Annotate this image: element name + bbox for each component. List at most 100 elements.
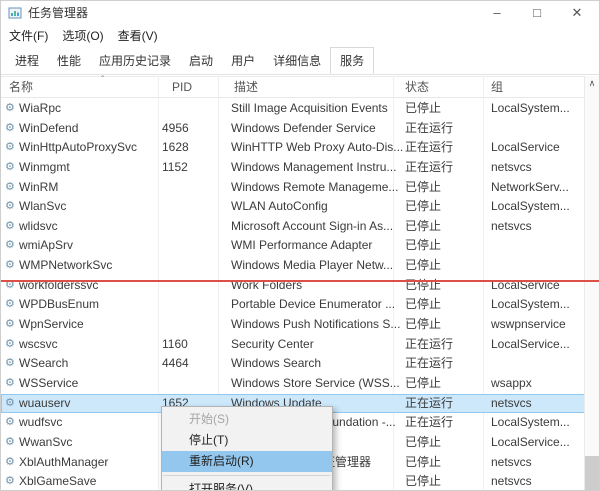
- cell-group: netsvcs: [491, 217, 532, 237]
- tab-users[interactable]: 用户: [222, 48, 264, 75]
- cell-name: WiaRpc: [19, 99, 61, 119]
- cell-group: LocalService: [491, 276, 560, 296]
- task-manager-window: 任务管理器 – □ ✕ 文件(F) 选项(O) 查看(V) 进程性能应用历史记录启动…: [0, 0, 600, 491]
- service-row-wmiapsrv[interactable]: ⚙wmiApSrvWMI Performance Adapter已停止: [1, 236, 586, 256]
- column-header-desc[interactable]: 描述: [234, 77, 258, 98]
- service-row-winhttpautoproxysvc[interactable]: ⚙WinHttpAutoProxySvc1628WinHTTP Web Prox…: [1, 138, 586, 158]
- service-gear-icon: ⚙: [5, 138, 15, 158]
- tab-details[interactable]: 详细信息: [264, 48, 330, 75]
- cell-name: WMPNetworkSvc: [19, 256, 112, 276]
- cell-pid: 1160: [162, 335, 188, 355]
- cell-name: WinDefend: [19, 119, 78, 139]
- tab-startup[interactable]: 启动: [180, 48, 222, 75]
- table-header: ˆ 名称 PID 描述 状态 组: [1, 76, 586, 98]
- service-gear-icon: ⚙: [5, 197, 15, 217]
- service-gear-icon: ⚙: [5, 354, 15, 374]
- cell-group: netsvcs: [491, 394, 532, 414]
- cell-name: WSearch: [19, 354, 68, 374]
- service-gear-icon: ⚙: [5, 217, 15, 237]
- cell-group: netsvcs: [491, 453, 532, 473]
- cell-group: LocalSystem...: [491, 413, 570, 433]
- cell-name: WSService: [19, 374, 78, 394]
- cell-name: WwanSvc: [19, 433, 72, 453]
- service-gear-icon: ⚙: [5, 433, 15, 453]
- close-button[interactable]: ✕: [557, 1, 597, 25]
- cell-description: Windows Media Player Netw...: [231, 256, 393, 276]
- window-controls: – □ ✕: [477, 1, 597, 25]
- service-row-wiarpc[interactable]: ⚙WiaRpcStill Image Acquisition Events已停止…: [1, 99, 586, 119]
- red-annotation-line: [1, 280, 599, 282]
- column-header-name[interactable]: 名称: [9, 77, 33, 98]
- cell-pid: 1152: [162, 158, 188, 178]
- context-menu-item-stop[interactable]: 停止(T): [162, 430, 332, 451]
- scrollbar-up-button[interactable]: ∧: [585, 76, 599, 91]
- context-menu-item-start[interactable]: 开始(S): [162, 409, 332, 430]
- cell-status: 已停止: [405, 276, 441, 296]
- service-gear-icon: ⚙: [5, 236, 15, 256]
- cell-description: Portable Device Enumerator ...: [231, 295, 395, 315]
- cell-name: WinRM: [19, 178, 58, 198]
- service-gear-icon: ⚙: [5, 394, 15, 414]
- cell-name: wuauserv: [19, 394, 70, 414]
- scrollbar-thumb[interactable]: [585, 456, 599, 491]
- column-header-status[interactable]: 状态: [405, 77, 429, 98]
- menu-separator: [163, 475, 331, 476]
- cell-name: wmiApSrv: [19, 236, 73, 256]
- cell-description: WinHTTP Web Proxy Auto-Dis...: [231, 138, 403, 158]
- cell-name: workfolderssvc: [19, 276, 98, 296]
- cell-status: 已停止: [405, 99, 441, 119]
- minimize-button[interactable]: –: [477, 1, 517, 25]
- service-gear-icon: ⚙: [5, 158, 15, 178]
- cell-group: netsvcs: [491, 472, 532, 491]
- cell-description: Windows Defender Service: [231, 119, 376, 139]
- cell-status: 已停止: [405, 197, 441, 217]
- sort-ascending-indicator: ˆ: [101, 76, 104, 86]
- cell-pid: 4956: [162, 119, 189, 139]
- service-row-wlansvc[interactable]: ⚙WlanSvcWLAN AutoConfig已停止LocalSystem...: [1, 197, 586, 217]
- cell-status: 正在运行: [405, 413, 453, 433]
- menu-view[interactable]: 查看(V): [118, 25, 158, 47]
- scrollbar[interactable]: ∧: [584, 76, 599, 490]
- tab-processes[interactable]: 进程: [6, 48, 48, 75]
- service-row-workfolderssvc[interactable]: ⚙workfolderssvcWork Folders已停止LocalServi…: [1, 276, 586, 296]
- context-menu-item-restart[interactable]: 重新启动(R): [162, 451, 332, 472]
- service-row-wlidsvc[interactable]: ⚙wlidsvcMicrosoft Account Sign-in As...已…: [1, 217, 586, 237]
- cell-status: 已停止: [405, 374, 441, 394]
- cell-status: 已停止: [405, 453, 441, 473]
- cell-status: 正在运行: [405, 394, 453, 414]
- maximize-button[interactable]: □: [517, 1, 557, 25]
- cell-status: 正在运行: [405, 158, 453, 178]
- column-header-group[interactable]: 组: [491, 77, 503, 98]
- cell-status: 正在运行: [405, 119, 453, 139]
- cell-status: 正在运行: [405, 335, 453, 355]
- cell-name: XblAuthManager: [19, 453, 108, 473]
- service-row-winmgmt[interactable]: ⚙Winmgmt1152Windows Management Instru...…: [1, 158, 586, 178]
- cell-description: Windows Push Notifications S...: [231, 315, 400, 335]
- menu-options[interactable]: 选项(O): [62, 25, 103, 47]
- cell-group: LocalService...: [491, 433, 570, 453]
- service-row-wpnservice[interactable]: ⚙WpnServiceWindows Push Notifications S.…: [1, 315, 586, 335]
- service-row-wsearch[interactable]: ⚙WSearch4464Windows Search正在运行: [1, 354, 586, 374]
- service-row-wmpnetworksvc[interactable]: ⚙WMPNetworkSvc Windows Media Player Netw.…: [1, 256, 586, 276]
- context-menu-item-open-services[interactable]: 打开服务(V): [162, 479, 332, 491]
- service-row-wpdbusenum[interactable]: ⚙WPDBusEnumPortable Device Enumerator ..…: [1, 295, 586, 315]
- column-header-pid[interactable]: PID: [172, 77, 192, 98]
- cell-name: wlidsvc: [19, 217, 58, 237]
- menubar: 文件(F) 选项(O) 查看(V): [1, 25, 599, 47]
- menu-file[interactable]: 文件(F): [9, 25, 48, 47]
- window-title: 任务管理器: [28, 1, 88, 25]
- tab-performance[interactable]: 性能: [48, 48, 90, 75]
- service-gear-icon: ⚙: [5, 256, 15, 276]
- service-row-wsservice[interactable]: ⚙WSServiceWindows Store Service (WSS...已…: [1, 374, 586, 394]
- service-row-wscsvc[interactable]: ⚙wscsvc1160Security Center正在运行LocalServi…: [1, 335, 586, 355]
- service-gear-icon: ⚙: [5, 119, 15, 139]
- cell-group: wswpnservice: [491, 315, 566, 335]
- service-gear-icon: ⚙: [5, 472, 15, 491]
- cell-status: 已停止: [405, 256, 441, 276]
- service-row-windefend[interactable]: ⚙WinDefend 4956 Windows Defender Service 正在…: [1, 119, 586, 139]
- service-gear-icon: ⚙: [5, 276, 15, 296]
- cell-description: Windows Store Service (WSS...: [231, 374, 400, 394]
- tab-app-history[interactable]: 应用历史记录: [90, 48, 180, 75]
- tab-services[interactable]: 服务: [330, 47, 374, 74]
- service-row-winrm[interactable]: ⚙WinRMWindows Remote Manageme...已停止Netwo…: [1, 178, 586, 198]
